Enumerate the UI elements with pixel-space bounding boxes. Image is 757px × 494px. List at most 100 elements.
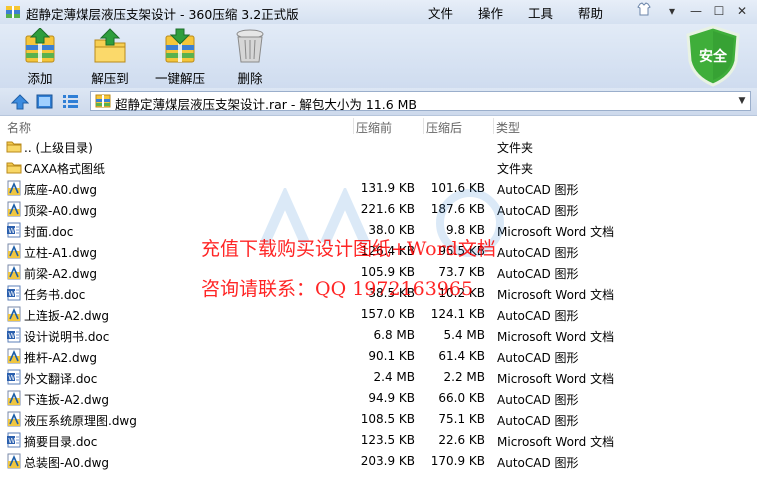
watermark-line2: 咨询请联系：QQ 1972163965	[201, 278, 474, 300]
menu-help[interactable]: 帮助	[578, 3, 603, 22]
list-view-icon[interactable]	[62, 94, 79, 109]
dwg-icon	[7, 348, 21, 364]
one-click-extract-label: 一键解压	[154, 71, 205, 86]
menu-file[interactable]: 文件	[428, 3, 453, 22]
column-type[interactable]: 类型	[496, 119, 520, 136]
file-name: 立柱-A1.dwg	[24, 246, 98, 260]
file-name: 总装图-A0.dwg	[24, 456, 110, 470]
doc-icon: W	[7, 285, 21, 301]
file-row[interactable]: W 设计说明书.doc 6.8 MB 5.4 MB Microsoft Word 文档	[0, 325, 757, 346]
menu-arrow-icon[interactable]: ▾	[662, 2, 682, 20]
delete-label: 删除	[237, 71, 263, 86]
file-type: Microsoft Word 文档	[497, 330, 615, 344]
svg-text:W: W	[8, 332, 15, 340]
title-bar: 超静定薄煤层液压支架设计 - 360压缩 3.2正式版 文件 操作 工具 帮助 …	[0, 0, 757, 24]
extract-to-label: 解压到	[91, 71, 129, 86]
up-arrow-icon[interactable]	[11, 94, 29, 110]
doc-icon: W	[7, 327, 21, 343]
dwg-icon	[7, 306, 21, 322]
maximize-icon[interactable]: ☐	[709, 2, 729, 20]
file-type: Microsoft Word 文档	[497, 288, 615, 302]
column-header: 名称 压缩前 压缩后 类型	[0, 116, 757, 136]
file-packed-size: 5.4 MB	[443, 328, 485, 342]
file-name: 顶梁-A0.dwg	[24, 204, 98, 218]
file-name: CAXA格式图纸	[24, 162, 106, 176]
file-name: 封面.doc	[24, 225, 74, 239]
window-title: 超静定薄煤层液压支架设计 - 360压缩 3.2正式版	[26, 7, 299, 22]
file-packed-size: 75.1 KB	[438, 412, 485, 426]
dwg-icon	[7, 180, 21, 196]
file-row[interactable]: 下连扳-A2.dwg 94.9 KB 66.0 KB AutoCAD 图形	[0, 388, 757, 409]
file-row[interactable]: .. (上级目录) 文件夹	[0, 136, 757, 157]
file-packed-size: 22.6 KB	[438, 433, 485, 447]
dwg-icon	[7, 390, 21, 406]
rar-archive-icon	[95, 94, 111, 108]
file-size: 108.5 KB	[360, 412, 415, 426]
dwg-icon	[7, 243, 21, 259]
add-button[interactable]: 添加	[18, 28, 62, 87]
doc-icon: W	[7, 432, 21, 448]
file-type: AutoCAD 图形	[497, 309, 579, 323]
column-name[interactable]: 名称	[7, 119, 31, 136]
file-name: 摘要目录.doc	[24, 435, 98, 449]
file-size: 6.8 MB	[373, 328, 415, 342]
file-name: 液压系统原理图.dwg	[24, 414, 137, 428]
add-archive-icon	[25, 28, 55, 63]
file-packed-size: 2.2 MB	[443, 370, 485, 384]
dwg-icon	[7, 201, 21, 217]
file-row[interactable]: 总装图-A0.dwg 203.9 KB 170.9 KB AutoCAD 图形	[0, 451, 757, 472]
menu-tools[interactable]: 工具	[528, 3, 553, 22]
file-name: 外文翻译.doc	[24, 372, 98, 386]
extract-to-button[interactable]: 解压到	[88, 28, 132, 87]
one-click-extract-icon	[165, 28, 195, 63]
file-name: 下连扳-A2.dwg	[24, 393, 110, 407]
file-type: AutoCAD 图形	[497, 351, 579, 365]
app-icon	[6, 6, 20, 18]
column-size[interactable]: 压缩前	[356, 119, 392, 136]
address-field[interactable]: 超静定薄煤层液压支架设计.rar - 解包大小为 11.6 MB ▼	[90, 91, 751, 112]
file-list: .. (上级目录) 文件夹 CAXA格式图纸 文件夹 底座-A0.dwg 131.9 KB…	[0, 136, 757, 472]
file-packed-size: 66.0 KB	[438, 391, 485, 405]
minimize-icon[interactable]: —	[686, 2, 706, 20]
file-packed-size: 61.4 KB	[438, 349, 485, 363]
address-bar: 超静定薄煤层液压支架设计.rar - 解包大小为 11.6 MB ▼	[0, 88, 757, 116]
svg-text:W: W	[8, 227, 15, 235]
column-packed[interactable]: 压缩后	[426, 119, 462, 136]
one-click-extract-button[interactable]: 一键解压	[152, 28, 208, 87]
file-row[interactable]: W 外文翻译.doc 2.4 MB 2.2 MB Microsoft Word 文档	[0, 367, 757, 388]
file-name: 前梁-A2.dwg	[24, 267, 98, 281]
file-size: 203.9 KB	[360, 454, 415, 468]
file-type: AutoCAD 图形	[497, 456, 579, 470]
svg-text:W: W	[8, 290, 15, 298]
file-name: .. (上级目录)	[24, 141, 93, 155]
file-packed-size: 170.9 KB	[430, 454, 485, 468]
extract-folder-icon	[94, 28, 126, 63]
file-size: 2.4 MB	[373, 370, 415, 384]
doc-icon: W	[7, 222, 21, 238]
folder-icon	[6, 162, 22, 174]
file-row[interactable]: CAXA格式图纸 文件夹	[0, 157, 757, 178]
address-dropdown-icon[interactable]: ▼	[734, 92, 750, 110]
file-size: 94.9 KB	[368, 391, 415, 405]
file-size: 157.0 KB	[360, 307, 415, 321]
large-icon-view-icon[interactable]	[36, 94, 53, 109]
file-type: 文件夹	[497, 162, 534, 176]
file-packed-size: 124.1 KB	[430, 307, 485, 321]
dwg-icon	[7, 411, 21, 427]
delete-button[interactable]: 删除	[228, 28, 272, 87]
file-row[interactable]: 上连扳-A2.dwg 157.0 KB 124.1 KB AutoCAD 图形	[0, 304, 757, 325]
file-type: Microsoft Word 文档	[497, 435, 615, 449]
file-row[interactable]: 液压系统原理图.dwg 108.5 KB 75.1 KB AutoCAD 图形	[0, 409, 757, 430]
file-row[interactable]: W 摘要目录.doc 123.5 KB 22.6 KB Microsoft Word 文…	[0, 430, 757, 451]
archive-path: 超静定薄煤层液压支架设计.rar - 解包大小为 11.6 MB	[115, 97, 418, 112]
svg-text:W: W	[8, 437, 15, 445]
skin-icon[interactable]	[634, 2, 654, 20]
close-icon[interactable]: ✕	[732, 2, 752, 20]
file-name: 推杆-A2.dwg	[24, 351, 98, 365]
file-size: 90.1 KB	[368, 349, 415, 363]
file-type: AutoCAD 图形	[497, 393, 579, 407]
dwg-icon	[7, 264, 21, 280]
security-button[interactable]: 安全	[684, 25, 742, 90]
menu-action[interactable]: 操作	[478, 3, 503, 22]
file-row[interactable]: 推杆-A2.dwg 90.1 KB 61.4 KB AutoCAD 图形	[0, 346, 757, 367]
